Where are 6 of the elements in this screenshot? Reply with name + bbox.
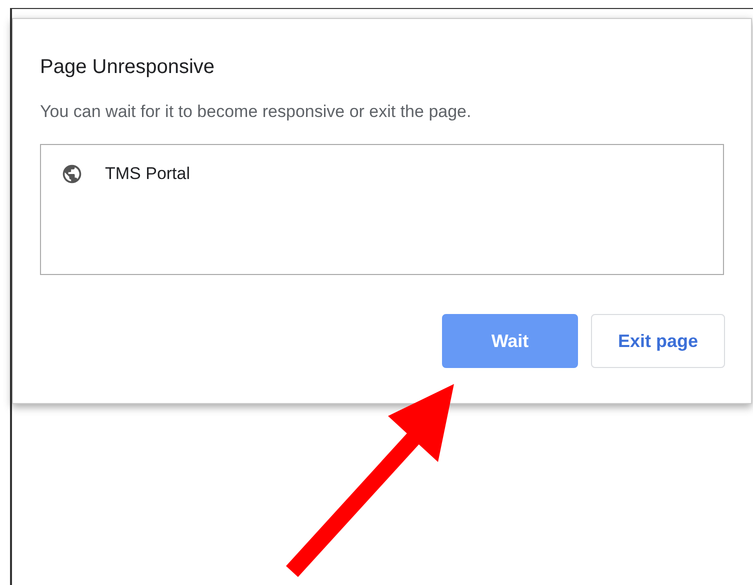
globe-icon (61, 162, 83, 185)
dialog-message: You can wait for it to become responsive or exit the page. (40, 102, 472, 122)
page-title: TMS Portal (105, 163, 190, 185)
dialog-title: Page Unresponsive (40, 55, 216, 79)
exit-page-button[interactable]: Exit page (591, 314, 725, 368)
wait-button[interactable]: Wait (442, 314, 578, 368)
